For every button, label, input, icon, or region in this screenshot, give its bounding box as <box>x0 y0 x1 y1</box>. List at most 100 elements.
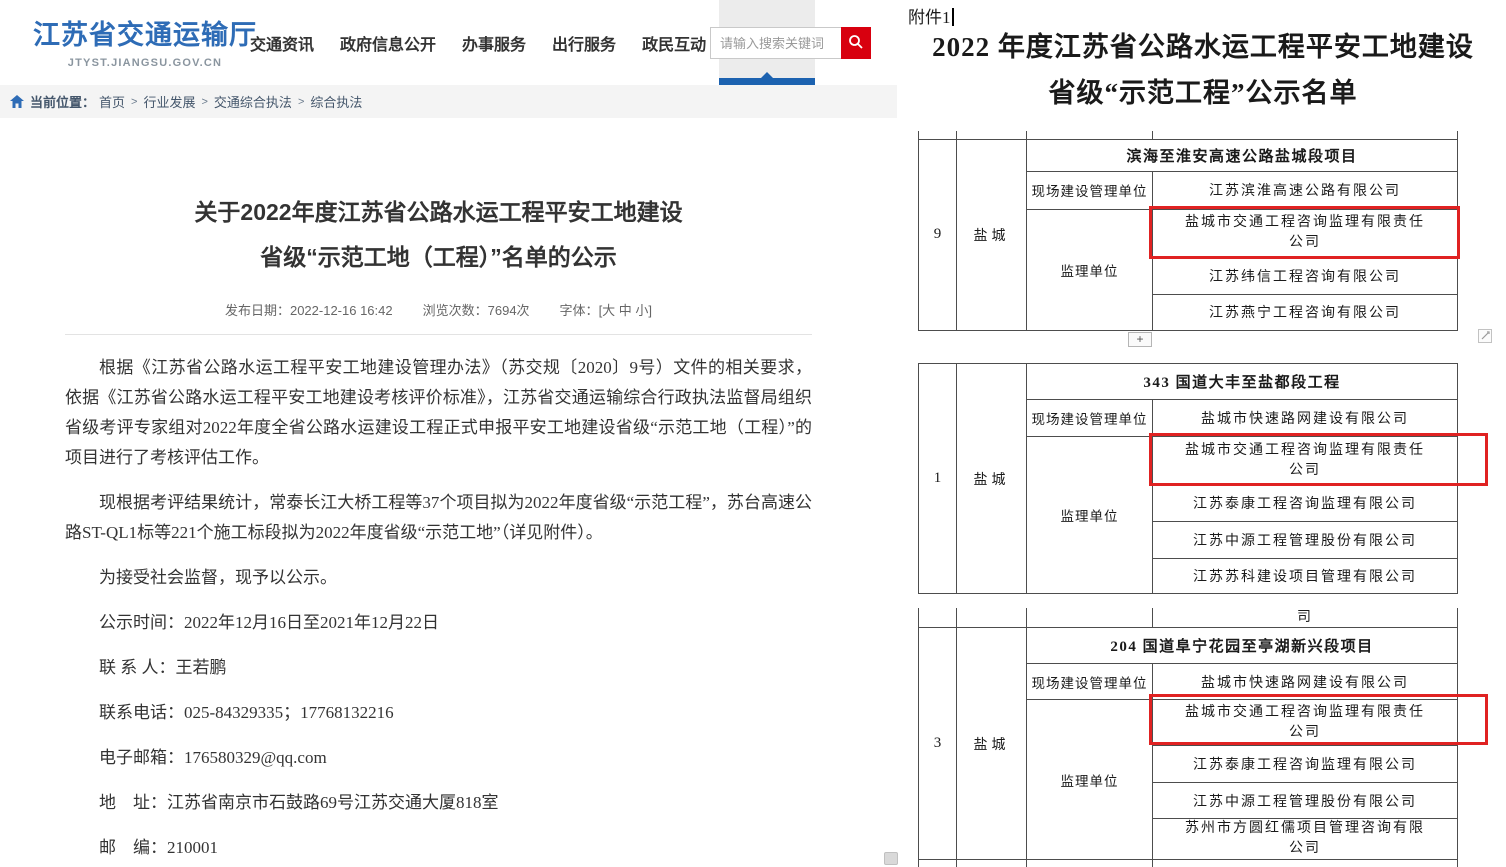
project-name: 343 国道大丰至盐都段工程 <box>1027 364 1458 400</box>
supervisor-label: 监理单位 <box>1027 437 1153 594</box>
site-logo-subtitle: JTYST.JIANGSU.GOV.CN <box>33 57 257 69</box>
nav-item-travel[interactable]: 出行服务 <box>539 0 629 85</box>
contact-zipcode: 邮 编：210001 <box>65 833 812 863</box>
manager-label: 现场建设管理单位 <box>1027 171 1153 209</box>
paragraph-publicity: 为接受社会监督，现予以公示。 <box>65 563 812 593</box>
project-name: 204 国道阜宁花园至亭湖新兴段项目 <box>1027 628 1458 664</box>
article-body: 根据《江苏省公路水运工程平安工地建设管理办法》（苏交规〔2020〕9号）文件的相… <box>65 353 812 863</box>
home-icon <box>10 95 24 108</box>
row-number: 9 <box>919 139 957 330</box>
attachment-title-line1: 2022 年度江苏省公路水运工程平安工地建设 <box>900 24 1506 70</box>
contact-address: 地 址：江苏省南京市石鼓路69号江苏交通大厦818室 <box>65 788 812 818</box>
supervisor-company: 江苏苏科建设项目管理有限公司 <box>1153 559 1458 594</box>
supervisor-company: 江苏泰康工程咨询监理有限公司 <box>1153 746 1458 783</box>
contact-person: 联 系 人：王若鹏 <box>65 653 812 683</box>
site-header: 江苏省交通运输厅 JTYST.JIANGSU.GOV.CN 交通资讯 政府信息公… <box>0 0 900 85</box>
city-cell: 盐城 <box>957 364 1027 594</box>
project-name: 滨海至淮安高速公路盐城段项目 <box>1027 139 1458 171</box>
manager-company: 盐城市快速路网建设有限公司 <box>1153 400 1458 437</box>
table-stub-cell <box>1027 860 1153 867</box>
table-partial-cell-text: 司 <box>1153 608 1458 628</box>
table-move-handle-icon[interactable] <box>884 852 898 865</box>
table-stub-cell <box>1153 860 1458 867</box>
nav-item-label: 政民互动 <box>642 31 706 55</box>
supervisor-company: 江苏燕宁工程咨询有限公司 <box>1153 294 1458 330</box>
nav-item-label: 出行服务 <box>552 31 616 55</box>
nav-item-label: 办事服务 <box>462 31 526 55</box>
contact-email: 电子邮箱：176580329@qq.com <box>65 743 812 773</box>
table-stub-cell <box>1153 131 1458 139</box>
breadcrumb-home[interactable]: 首页 <box>99 92 125 111</box>
supervisor-company: 江苏中源工程管理股份有限公司 <box>1153 783 1458 819</box>
table-stub-cell <box>1027 131 1153 139</box>
nav-item-gov-info[interactable]: 政府信息公开 <box>327 0 449 85</box>
screenshot-root: 江苏省交通运输厅 JTYST.JIANGSU.GOV.CN 交通资讯 政府信息公… <box>0 0 1506 867</box>
article-title: 关于2022年度江苏省公路水运工程平安工地建设 省级“示范工地（工程）”名单的公… <box>65 190 812 280</box>
breadcrumb: 当前位置： 首页 > 行业发展 > 交通综合执法 > 综合执法 <box>0 85 897 118</box>
search-input[interactable] <box>710 27 841 59</box>
attachment-title-line2: 省级“示范工程”公示名单 <box>900 70 1506 116</box>
row-number: 1 <box>919 364 957 594</box>
manager-label: 现场建设管理单位 <box>1027 664 1153 700</box>
manager-label: 现场建设管理单位 <box>1027 400 1153 437</box>
search-icon <box>848 34 864 53</box>
nav-item-label: 政府信息公开 <box>340 31 436 55</box>
search-box <box>710 27 871 59</box>
table-stub-cell <box>919 131 957 139</box>
nav-active-bar <box>719 78 815 85</box>
article-meta: 发布日期：2022-12-16 16:42 浏览次数：7694次 字体：[大 中… <box>65 300 812 319</box>
nav-item-interaction[interactable]: 政民互动 <box>629 0 719 85</box>
breadcrumb-industry[interactable]: 行业发展 <box>143 92 195 111</box>
highlight-box-project1 <box>1149 433 1488 486</box>
table-stub-cell <box>957 860 1027 867</box>
publish-date: 发布日期：2022-12-16 16:42 <box>225 300 393 319</box>
city-cell: 盐城 <box>957 628 1027 860</box>
breadcrumb-label: 当前位置： <box>30 92 95 111</box>
font-size-options[interactable]: [大 中 小] <box>599 303 652 318</box>
search-button[interactable] <box>841 27 871 59</box>
paragraph-basis: 根据《江苏省公路水运工程平安工地建设管理办法》（苏交规〔2020〕9号）文件的相… <box>65 353 812 473</box>
font-size-label: 字体： <box>560 303 599 318</box>
highlight-box-project9 <box>1149 206 1460 259</box>
gov-website-page: 江苏省交通运输厅 JTYST.JIANGSU.GOV.CN 交通资讯 政府信息公… <box>0 0 900 867</box>
article: 关于2022年度江苏省公路水运工程平安工地建设 省级“示范工地（工程）”名单的公… <box>0 118 897 863</box>
nav-item-label: 交通资讯 <box>250 31 314 55</box>
contact-phone: 联系电话：025-84329335；17768132216 <box>65 698 812 728</box>
nav-item-services[interactable]: 办事服务 <box>449 0 539 85</box>
nav-item-news[interactable]: 交通资讯 <box>237 0 327 85</box>
table-stub-cell <box>919 860 957 867</box>
breadcrumb-enforcement[interactable]: 交通综合执法 <box>214 92 292 111</box>
attachment-document: 附件1 2022 年度江苏省公路水运工程平安工地建设 省级“示范工程”公示名单 … <box>900 0 1506 867</box>
breadcrumb-separator: > <box>131 96 137 108</box>
supervisor-label: 监理单位 <box>1027 700 1153 860</box>
manager-company: 江苏滨淮高速公路有限公司 <box>1153 171 1458 209</box>
highlight-box-project3 <box>1149 694 1488 745</box>
nav-active-notch-icon <box>761 72 773 78</box>
insert-row-button[interactable]: + <box>1128 332 1152 347</box>
site-logo[interactable]: 江苏省交通运输厅 JTYST.JIANGSU.GOV.CN <box>33 13 257 69</box>
font-size-control: 字体：[大 中 小] <box>560 300 652 319</box>
article-title-line1: 关于2022年度江苏省公路水运工程平安工地建设 <box>65 190 812 235</box>
supervisor-company: 江苏中源工程管理股份有限公司 <box>1153 522 1458 559</box>
article-divider <box>65 334 812 335</box>
supervisor-company: 江苏纬信工程咨询有限公司 <box>1153 257 1458 294</box>
table-resize-handle-icon[interactable] <box>1478 329 1492 343</box>
site-logo-title: 江苏省交通运输厅 <box>33 13 257 52</box>
row-number: 3 <box>919 628 957 860</box>
paragraph-results: 现根据考评结果统计，常泰长江大桥工程等37个项目拟为2022年度省级“示范工程”… <box>65 488 812 548</box>
supervisor-company: 苏州市方圆红儒项目管理咨询有限公司 <box>1153 819 1458 860</box>
table-partial-cell <box>957 608 1027 628</box>
view-count: 浏览次数：7694次 <box>423 300 530 319</box>
paragraph-period: 公示时间：2022年12月16日至2021年12月22日 <box>65 608 812 638</box>
city-cell: 盐城 <box>957 139 1027 330</box>
breadcrumb-separator: > <box>201 96 207 108</box>
breadcrumb-current[interactable]: 综合执法 <box>310 92 362 111</box>
article-title-line2: 省级“示范工地（工程）”名单的公示 <box>65 235 812 280</box>
table-partial-cell <box>1027 608 1153 628</box>
attachment-title: 2022 年度江苏省公路水运工程平安工地建设 省级“示范工程”公示名单 <box>900 24 1506 116</box>
breadcrumb-separator: > <box>298 96 304 108</box>
table-stub-cell <box>957 131 1027 139</box>
supervisor-company: 江苏泰康工程咨询监理有限公司 <box>1153 485 1458 522</box>
supervisor-label: 监理单位 <box>1027 209 1153 330</box>
table-partial-cell <box>919 608 957 628</box>
